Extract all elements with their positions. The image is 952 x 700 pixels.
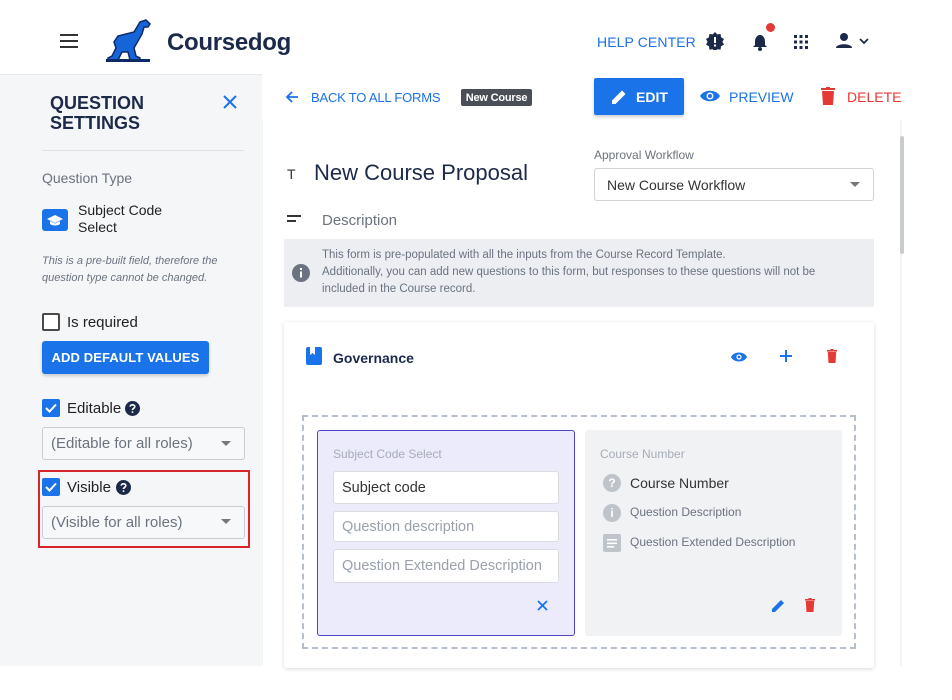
menu-icon[interactable] bbox=[60, 34, 78, 48]
notification-bell-icon[interactable] bbox=[751, 31, 771, 51]
add-default-values-button[interactable]: ADD DEFAULT VALUES bbox=[42, 341, 209, 374]
eye-icon[interactable] bbox=[700, 88, 720, 104]
eye-icon[interactable] bbox=[731, 351, 747, 363]
description-lines-icon bbox=[287, 214, 301, 224]
close-icon[interactable] bbox=[223, 95, 237, 109]
bookmark-book-icon bbox=[306, 347, 322, 365]
approval-workflow-label: Approval Workflow bbox=[594, 148, 694, 162]
info-line: included in the Course record. bbox=[322, 283, 476, 295]
description-field[interactable]: Description bbox=[322, 212, 397, 229]
add-icon[interactable] bbox=[780, 350, 792, 362]
trash-icon[interactable] bbox=[827, 349, 837, 363]
question-type-label: Question Type bbox=[42, 170, 133, 186]
pre-built-note: This is a pre-built field, therefore the… bbox=[42, 255, 218, 284]
help-question-icon[interactable] bbox=[125, 401, 140, 416]
text-type-icon: T bbox=[287, 166, 296, 182]
question-mark-icon: ? bbox=[603, 474, 621, 492]
course-number-label: Course Number bbox=[630, 475, 729, 491]
info-icon: i bbox=[603, 504, 621, 522]
question-settings-title: QUESTION SETTINGS bbox=[50, 93, 145, 133]
help-center-link[interactable]: HELP CENTER bbox=[597, 34, 696, 50]
badge-icon[interactable] bbox=[706, 32, 724, 50]
editable-roles-value: (Editable for all roles) bbox=[51, 435, 193, 452]
edit-label: EDIT bbox=[636, 88, 668, 105]
pencil-icon[interactable] bbox=[771, 598, 786, 613]
approval-workflow-value: New Course Workflow bbox=[607, 176, 746, 193]
notification-dot bbox=[766, 23, 775, 32]
help-question-icon[interactable] bbox=[116, 480, 131, 495]
preview-button[interactable]: PREVIEW bbox=[729, 89, 794, 105]
visible-label: Visible bbox=[67, 479, 111, 496]
form-type-chip: New Course bbox=[461, 89, 532, 106]
question-header: Course Number bbox=[600, 447, 685, 461]
info-text: This form is pre-populated with all the … bbox=[322, 247, 867, 298]
chevron-down-icon[interactable] bbox=[850, 182, 860, 187]
brand-name[interactable]: Coursedog bbox=[167, 29, 291, 57]
trash-icon[interactable] bbox=[821, 87, 835, 105]
course-number-extended-description: Question Extended Description bbox=[630, 535, 796, 549]
question-header: Subject Code Select bbox=[333, 447, 442, 461]
info-line: This form is pre-populated with all the … bbox=[322, 249, 726, 261]
arrow-left-icon[interactable] bbox=[285, 90, 299, 104]
back-to-all-forms-link[interactable]: BACK TO ALL FORMS bbox=[311, 90, 440, 105]
editable-label: Editable bbox=[67, 400, 122, 417]
governance-title[interactable]: Governance bbox=[333, 350, 414, 366]
editable-checkbox[interactable] bbox=[42, 399, 60, 417]
is-required-checkbox[interactable] bbox=[42, 313, 60, 331]
visible-roles-select[interactable]: (Visible for all roles) bbox=[42, 506, 245, 539]
visible-roles-value: (Visible for all roles) bbox=[51, 514, 183, 531]
scrollbar-thumb[interactable] bbox=[900, 136, 904, 254]
editable-roles-select[interactable]: (Editable for all roles) bbox=[42, 427, 245, 460]
course-number-description: Question Description bbox=[630, 505, 742, 519]
user-account-icon[interactable] bbox=[836, 33, 872, 49]
is-required-label: Is required bbox=[67, 314, 138, 331]
question-description-input[interactable]: Question description bbox=[333, 511, 559, 542]
chevron-down-icon[interactable] bbox=[221, 519, 231, 524]
visible-checkbox[interactable] bbox=[42, 478, 60, 496]
notes-icon bbox=[603, 534, 621, 552]
close-icon[interactable] bbox=[537, 600, 548, 611]
info-line: Additionally, you can add new questions … bbox=[322, 266, 816, 278]
question-extended-description-input[interactable]: Question Extended Description bbox=[333, 549, 559, 583]
trash-icon[interactable] bbox=[805, 598, 815, 612]
approval-workflow-select[interactable]: New Course Workflow bbox=[594, 168, 874, 201]
form-title[interactable]: New Course Proposal bbox=[314, 160, 528, 186]
divider bbox=[42, 150, 244, 151]
app-header: Coursedog HELP CENTER bbox=[0, 0, 952, 74]
edit-button[interactable]: EDIT bbox=[594, 78, 684, 115]
apps-grid-icon[interactable] bbox=[794, 35, 808, 49]
delete-button[interactable]: DELETE bbox=[847, 89, 901, 105]
question-type-value: Subject Code Select bbox=[78, 202, 163, 235]
pencil-icon bbox=[612, 90, 626, 104]
info-icon bbox=[292, 264, 310, 282]
graduation-cap-icon bbox=[42, 209, 68, 231]
chevron-down-icon[interactable] bbox=[221, 441, 231, 446]
coursedog-logo-icon[interactable] bbox=[104, 18, 154, 62]
question-label-input[interactable]: Subject code bbox=[333, 471, 559, 504]
